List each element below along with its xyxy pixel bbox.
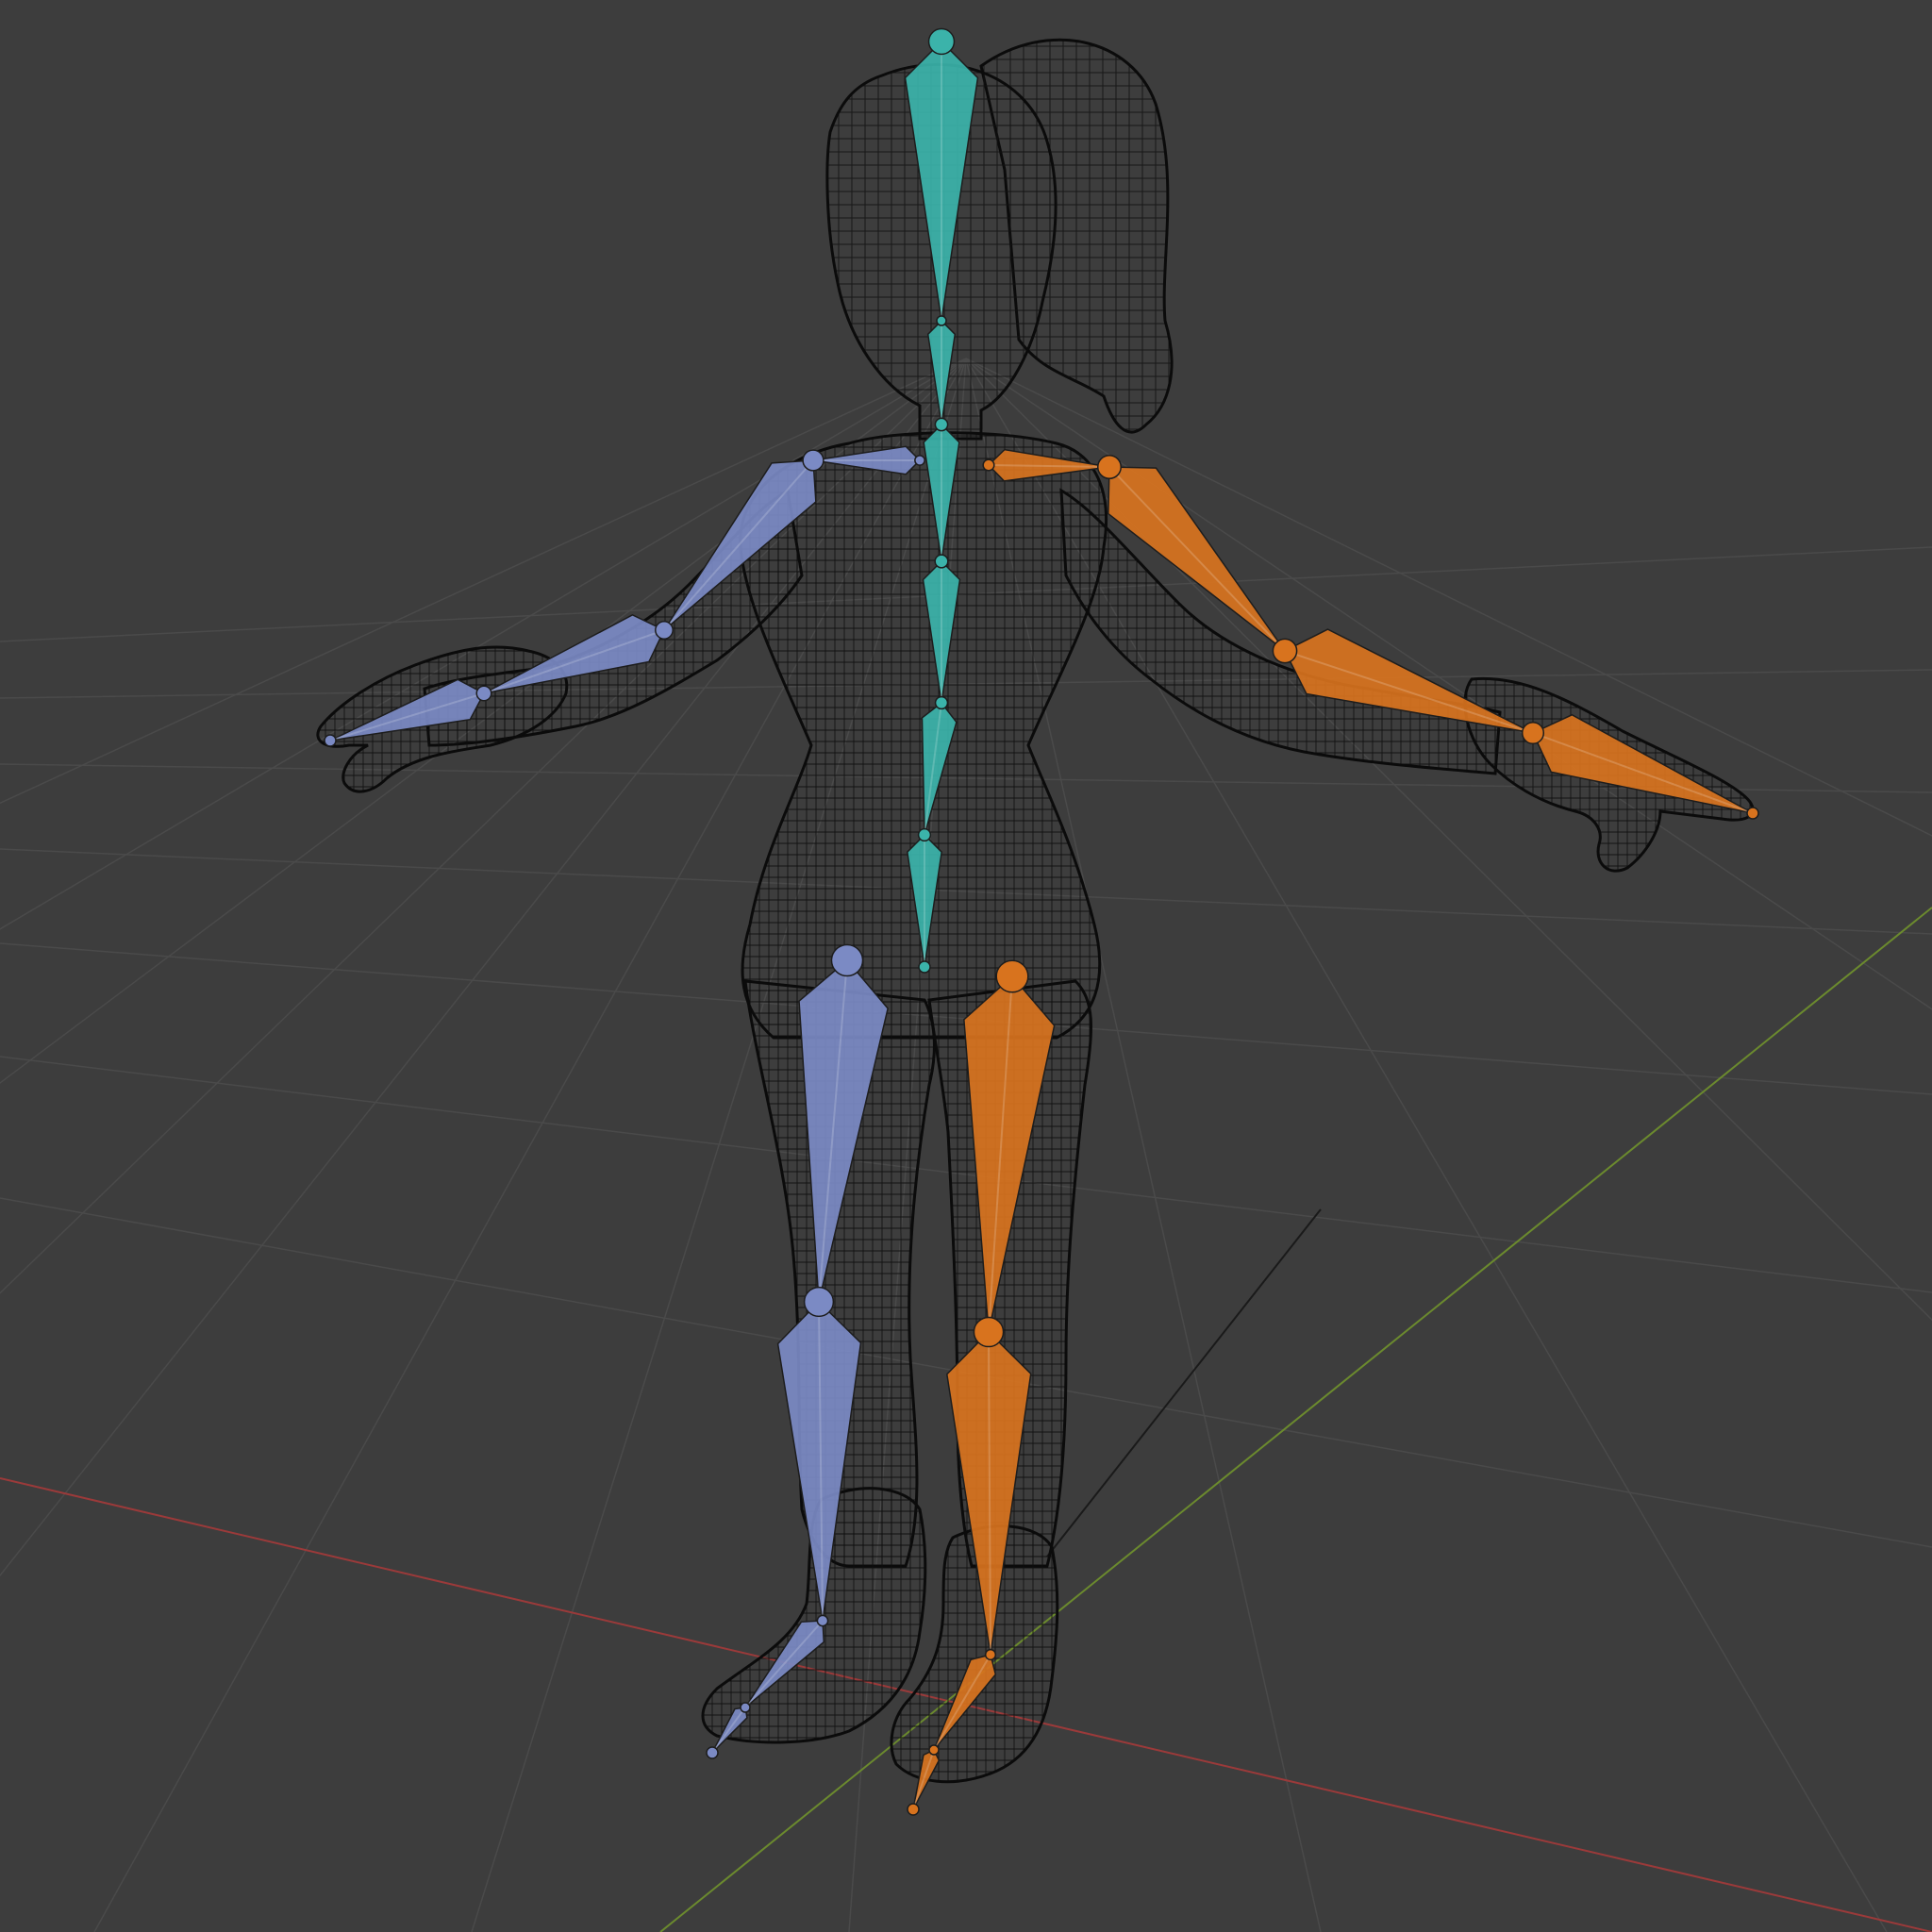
spine-tip-joint[interactable] [918,960,931,974]
spine-joint-1[interactable] [927,27,956,56]
left-arm-joint-3[interactable] [655,621,674,640]
right-leg-joint-1[interactable] [995,959,1029,993]
viewport-scene[interactable] [0,0,1932,1932]
spine-joint-2[interactable] [936,315,947,326]
right-arm-joint-4[interactable] [1521,721,1545,745]
right-leg-joint-2[interactable] [973,1316,1005,1348]
right-arm-joint-1[interactable] [982,458,995,472]
right-arm-joint-3[interactable] [1272,638,1298,664]
left-leg-joint-4[interactable] [740,1702,751,1713]
right-leg-joint-3[interactable] [984,1648,997,1661]
left-leg-joint-2[interactable] [803,1286,835,1318]
left-arm-tip-joint[interactable] [324,734,337,747]
left-arm-joint-1[interactable] [914,455,925,466]
right-arm-tip-joint[interactable] [1746,807,1759,820]
right-leg-joint-4[interactable] [928,1744,940,1756]
left-leg-joint-3[interactable] [816,1614,829,1627]
left-arm-joint-2[interactable] [802,449,824,472]
spine-joint-4[interactable] [934,554,949,569]
right-leg-tip-joint[interactable] [907,1803,920,1816]
spine-joint-3[interactable] [934,417,949,432]
right-arm-joint-2[interactable] [1096,454,1123,480]
3d-viewport[interactable] [0,0,1932,1932]
spine-joint-5[interactable] [934,695,949,710]
left-leg-joint-1[interactable] [830,943,864,977]
mesh-right-arm [1059,488,1502,775]
left-arm-joint-4[interactable] [475,685,492,702]
left-leg-tip-joint[interactable] [706,1746,719,1759]
spine-joint-6[interactable] [917,827,932,842]
z-axis-line [1046,1208,1322,1557]
character-wireframe-mesh[interactable] [316,38,1755,1784]
